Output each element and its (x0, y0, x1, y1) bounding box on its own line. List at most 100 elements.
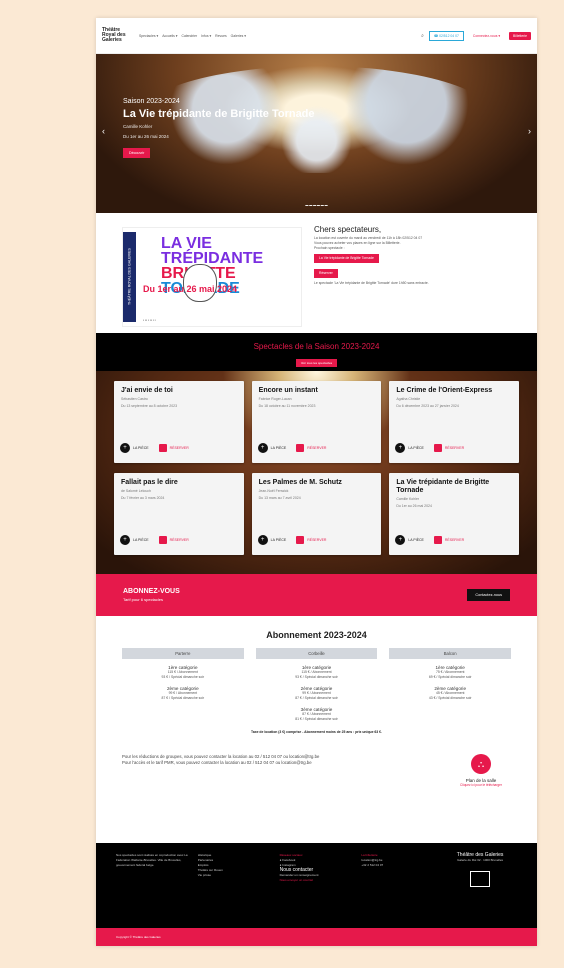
price-column-balcon: Balcon 1ère catégorie 75 € / Abonnement 69… (389, 648, 512, 722)
footer-link[interactable]: Vie privée (198, 873, 272, 878)
show-title: Le Crime de l'Orient-Express (396, 387, 493, 394)
chevron-left-icon[interactable]: ‹ (102, 126, 105, 136)
piece-link[interactable]: LA PIÈCE (133, 446, 149, 450)
show-dates: Du 1er au 26 mai 2024 (396, 504, 432, 508)
seating-plan-icon[interactable]: ⛬ (471, 754, 491, 774)
price-tier: 2ème catégorie 45 € / Abonnement 43 € / Sp… (389, 686, 511, 701)
search-icon[interactable]: ⌕ (421, 33, 424, 39)
price-tier: 3ème catégorie 87 € / Abonnement 81 € / Sp… (256, 707, 378, 722)
footer-brand: Théâtre des Galeries Galerie du Roi 32 ·… (443, 853, 517, 918)
pmr-text: Pour l'accès et le tarif PMR, vous pouve… (122, 760, 312, 765)
account-menu[interactable]: Connectez-vous ▾ (469, 32, 504, 40)
phone-button[interactable]: ☎ 02/512 04 07 (428, 30, 464, 41)
tier-price-sunday: 93 € / Spécial dimanche soir (295, 675, 338, 679)
calendar-icon[interactable] (158, 444, 167, 452)
page: Théâtre Royal des Galeries Spectacles ▾ … (96, 18, 537, 946)
reserve-link[interactable]: RÉSERVER (445, 538, 464, 542)
plus-icon[interactable]: + (120, 535, 130, 545)
seating-plan[interactable]: ⛬ Plan de la salle Cliquez ici pour le t… (451, 754, 511, 787)
show-card[interactable]: Fallait pas le dire de Salomé Lelouch Du… (114, 473, 244, 555)
piece-link[interactable]: LA PIÈCE (271, 446, 287, 450)
reserve-link[interactable]: RÉSERVER (445, 446, 464, 450)
subscribe-subtitle: Tarif pour 6 spectacles (123, 597, 164, 602)
chevron-right-icon[interactable]: › (528, 126, 531, 136)
subscribe-banner: ABONNEZ-VOUS Tarif pour 6 spectacles Con… (96, 574, 537, 616)
show-poster[interactable]: THÉÂTRE ROYAL DES GALERIES LA VIE TRÉPID… (122, 227, 302, 327)
nav-galeries[interactable]: Galeries ▾ (231, 34, 246, 38)
calendar-icon[interactable] (296, 536, 305, 544)
show-card[interactable]: Les Palmes de M. Schutz Jean-Noël Fenwic… (251, 473, 382, 555)
show-dates: Du 7 février au 3 mars 2024 (121, 496, 165, 500)
reserve-link[interactable]: RÉSERVER (307, 538, 326, 542)
calendar-icon[interactable] (296, 444, 305, 452)
discover-button[interactable]: Découvrir (123, 148, 151, 158)
price-tier: 1ère catégorie 75 € / Abonnement 69 € / Sp… (389, 665, 511, 680)
info-section: THÉÂTRE ROYAL DES GALERIES LA VIE TRÉPID… (96, 213, 537, 333)
tier-price-sunday: 43 € / Spécial dimanche soir (428, 696, 472, 700)
tier-price-sunday: 69 € / Spécial dimanche soir (428, 675, 472, 679)
nav-revues[interactable]: Revues (215, 34, 227, 38)
nav-spectacles[interactable]: Spectacles ▾ (139, 34, 158, 38)
main-nav: Spectacles ▾ Accueils ▾ Calendrier Infos… (139, 34, 416, 38)
plus-icon[interactable]: + (257, 443, 268, 453)
poster-side-label: THÉÂTRE ROYAL DES GALERIES (123, 232, 136, 322)
reserve-link[interactable]: RÉSERVER (170, 446, 189, 450)
shows-grid: J'ai envie de toi Sébastien Castro Du 13… (96, 371, 537, 574)
nav-accueils[interactable]: Accueils ▾ (162, 34, 177, 38)
column-header: Balcon (389, 648, 512, 659)
show-card[interactable]: Le Crime de l'Orient-Express Agatha Chri… (389, 381, 519, 463)
show-dates: Du 18 octobre au 11 novembre 2023 (258, 404, 316, 408)
all-shows-button[interactable]: Voir tous les spectacles (295, 359, 338, 367)
calendar-icon[interactable] (433, 536, 442, 544)
hero-text: Saison 2023-2024 La Vie trépidante de Br… (123, 98, 315, 159)
billetterie-button[interactable]: Billetterie (509, 31, 531, 40)
sponsor-logos: ▪ ▪▪ ▪ ▪▪ ▪ ▪ (143, 318, 156, 322)
show-author: Sébastien Castro (121, 397, 148, 401)
show-card[interactable]: Encore un instant Fabrice Roger-Lacan Du… (251, 381, 382, 463)
tier-price-sunday: 93 € / Spécial dimanche soir (161, 675, 205, 679)
book-button[interactable]: Réserver (314, 269, 338, 278)
poster-date: Du 1er au 26 mai 2024 (143, 284, 238, 294)
tier-price-sunday: 81 € / Spécial dimanche soir (295, 717, 338, 721)
show-card[interactable]: J'ai envie de toi Sébastien Castro Du 13… (114, 381, 244, 463)
reserve-link[interactable]: RÉSERVER (170, 538, 189, 542)
poster-title-line-2: BRIGITTE (161, 266, 301, 282)
show-title: Encore un instant (258, 387, 318, 394)
greeting: Chers spectateurs, La location est ouver… (314, 226, 531, 323)
footer-phone[interactable]: +32 2 512 04 07 (361, 863, 435, 868)
calendar-icon[interactable] (433, 444, 442, 452)
price-column-corbeille: Corbeille 1ère catégorie 115 € / Abonneme… (255, 648, 378, 722)
facebook-label: Facebook (282, 858, 296, 862)
plus-icon[interactable]: + (257, 535, 268, 545)
nav-infos[interactable]: Infos ▾ (201, 34, 211, 38)
show-card[interactable]: La Vie trépidante de Brigitte Tornade Ca… (389, 473, 519, 555)
column-header: Corbeille (255, 648, 378, 659)
contact-button[interactable]: Contactez-nous (467, 589, 510, 601)
footer-billetterie: La billetterie location@trg.be +32 2 512… (361, 853, 435, 918)
calendar-icon[interactable] (158, 536, 167, 544)
footer: Nos spectacles sont réalisés en coproduc… (96, 843, 537, 928)
piece-link[interactable]: LA PIÈCE (408, 446, 424, 450)
tier-price-sunday: 87 € / Spécial dimanche soir (295, 696, 338, 700)
seating-plan-link[interactable]: Cliquez ici pour le télécharger (451, 783, 511, 787)
piece-link[interactable]: LA PIÈCE (271, 538, 287, 542)
carousel-dots[interactable]: ▬ ▬ ▬ ▬ ▬ ▬ (305, 203, 327, 207)
show-title: J'ai envie de toi (121, 387, 173, 394)
show-dates: Du 13 septembre au 8 octobre 2023 (121, 404, 178, 408)
footer-about: Nos spectacles sont réalisés en coproduc… (116, 853, 188, 867)
footer-link[interactable]: Nous envoyer un courriel (280, 878, 354, 883)
piece-link[interactable]: LA PIÈCE (133, 538, 149, 542)
piece-link[interactable]: LA PIÈCE (408, 538, 424, 542)
reserve-link[interactable]: RÉSERVER (307, 446, 326, 450)
footer-social: Réseaux sociaux ● Facebook ● Instagram N… (280, 853, 354, 918)
site-logo[interactable]: Théâtre Royal des Galeries (102, 28, 134, 43)
show-author: de Salomé Lelouch (121, 489, 151, 493)
theatre-logo-icon (470, 871, 491, 887)
plus-icon[interactable]: + (120, 443, 130, 453)
nav-calendrier[interactable]: Calendrier (182, 34, 198, 38)
hero-season: Saison 2023-2024 (123, 98, 180, 105)
hero-author: Camille Kohler (123, 124, 153, 129)
next-show-button[interactable]: La Vie trépidante de Brigitte Tornade (314, 254, 379, 263)
plus-icon[interactable]: + (395, 443, 406, 453)
plus-icon[interactable]: + (395, 535, 406, 545)
